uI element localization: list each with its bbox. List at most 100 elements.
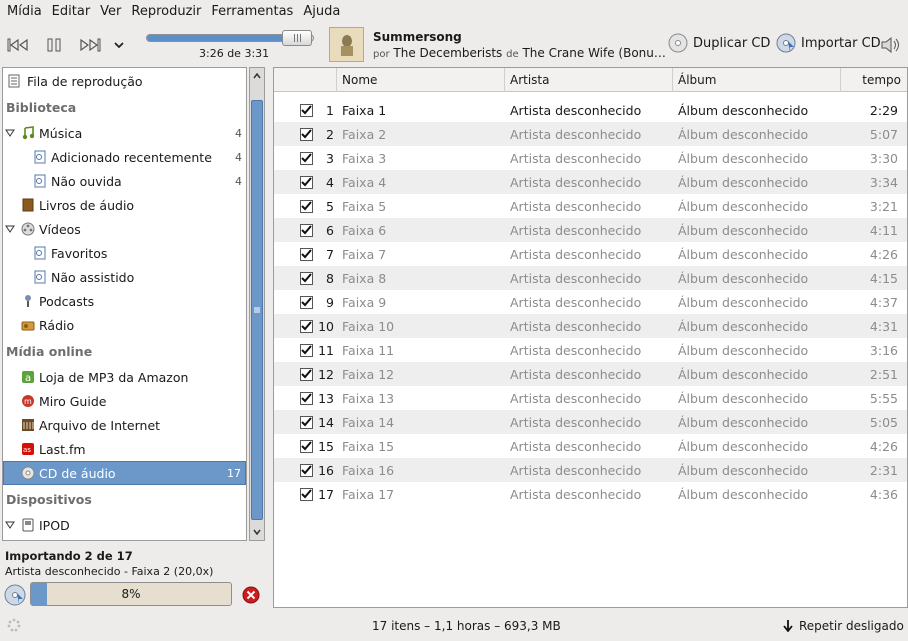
scroll-thumb[interactable]: [251, 100, 263, 520]
sidebar-item-music[interactable]: Música 4: [3, 121, 246, 145]
track-album: Álbum desconhecido: [678, 414, 809, 430]
sidebar-item-label: Adicionado recentemente: [51, 149, 212, 165]
sidebar-item-unwatched[interactable]: Não assistido: [3, 265, 246, 289]
cancel-import-button[interactable]: [242, 586, 260, 607]
table-row[interactable]: 6 Faixa 6 Artista desconhecido Álbum descon…: [274, 218, 907, 242]
track-number: 4: [326, 174, 334, 190]
track-number: 15: [318, 438, 334, 454]
track-name: Faixa 14: [342, 414, 395, 430]
sidebar-item-lastfm[interactable]: as Last.fm: [3, 437, 246, 461]
sidebar-item-label: Música: [39, 125, 83, 141]
track-name: Faixa 11: [342, 342, 395, 358]
table-row[interactable]: 4 Faixa 4 Artista desconhecido Álbum descon…: [274, 170, 907, 194]
sidebar-item-audio-cd[interactable]: CD de áudio 17: [3, 461, 246, 485]
table-row[interactable]: 13 Faixa 13 Artista desconhecido Álbum desc…: [274, 386, 907, 410]
import-progress-label: 8%: [121, 587, 141, 601]
sidebar-item-label: Arquivo de Internet: [39, 417, 161, 433]
import-status-detail: Artista desconhecido - Faixa 2 (20,0x): [5, 565, 214, 578]
cd-icon: [17, 466, 39, 480]
table-row[interactable]: 14 Faixa 14 Artista desconhecido Álbum desc…: [274, 410, 907, 434]
track-artist: Artista desconhecido: [510, 174, 642, 190]
table-row[interactable]: 9 Faixa 9 Artista desconhecido Álbum descon…: [274, 290, 907, 314]
column-header-name[interactable]: Nome: [336, 68, 504, 92]
expander-icon[interactable]: [3, 225, 17, 233]
table-row[interactable]: 8 Faixa 8 Artista desconhecido Álbum descon…: [274, 266, 907, 290]
sidebar-item-radio[interactable]: Rádio: [3, 313, 246, 337]
repeat-toggle[interactable]: Repetir desligado: [783, 619, 904, 633]
track-artist: Artista desconhecido: [510, 366, 642, 382]
table-row[interactable]: 2 Faixa 2 Artista desconhecido Álbum descon…: [274, 122, 907, 146]
sidebar-item-amazon[interactable]: a Loja de MP3 da Amazon: [3, 365, 246, 389]
checkmark-icon: [301, 201, 312, 211]
checkmark-icon: [301, 273, 312, 283]
track-number: 16: [318, 462, 334, 478]
table-row[interactable]: 1 Faixa 1 Artista desconhecido Álbum descon…: [274, 98, 907, 122]
duplicate-cd-button[interactable]: Duplicar CD: [668, 33, 770, 53]
pause-button[interactable]: [44, 36, 64, 54]
checkmark-icon: [301, 177, 312, 187]
scroll-up-arrow[interactable]: [250, 68, 264, 84]
sidebar-item-miro[interactable]: m Miro Guide: [3, 389, 246, 413]
sidebar-item-audiobooks[interactable]: Livros de áudio: [3, 193, 246, 217]
track-album: Álbum desconhecido: [678, 294, 809, 310]
table-row[interactable]: 12 Faixa 12 Artista desconhecido Álbum desc…: [274, 362, 907, 386]
expander-icon[interactable]: [3, 129, 17, 137]
archive-icon: [17, 418, 39, 432]
checkmark-icon: [301, 369, 312, 379]
table-row[interactable]: 11 Faixa 11 Artista desconhecido Álbum desc…: [274, 338, 907, 362]
track-time: 4:37: [869, 294, 898, 310]
sidebar-item-recent[interactable]: Adicionado recentemente 4: [3, 145, 246, 169]
track-time: 3:30: [869, 150, 898, 166]
track-album: Álbum desconhecido: [678, 486, 809, 502]
menu-editar[interactable]: Editar: [47, 0, 96, 24]
column-header-time[interactable]: tempo: [840, 68, 907, 92]
menu-ferramentas[interactable]: Ferramentas: [206, 0, 298, 24]
menu-ver[interactable]: Ver: [95, 0, 126, 24]
next-button[interactable]: [78, 36, 102, 54]
track-number: 2: [326, 126, 334, 142]
sidebar-item-queue[interactable]: Fila de reprodução: [3, 69, 246, 93]
table-row[interactable]: 16 Faixa 16 Artista desconhecido Álbum desc…: [274, 458, 907, 482]
track-number: 5: [326, 198, 334, 214]
checkmark-icon: [301, 393, 312, 403]
menu-bar: Mídia Editar Ver Reproduzir Ferramentas …: [0, 0, 908, 24]
table-row[interactable]: 15 Faixa 15 Artista desconhecido Álbum desc…: [274, 434, 907, 458]
sidebar-item-archive[interactable]: Arquivo de Internet: [3, 413, 246, 437]
checkmark-icon: [301, 441, 312, 451]
sidebar-item-podcasts[interactable]: Podcasts: [3, 289, 246, 313]
sidebar-scrollbar[interactable]: [249, 67, 265, 541]
track-album: Álbum desconhecido: [678, 126, 809, 142]
sidebar-item-ipod[interactable]: IPOD: [3, 513, 246, 537]
track-number: 13: [318, 390, 334, 406]
track-name: Faixa 5: [342, 198, 387, 214]
track-artist: Artista desconhecido: [510, 102, 642, 118]
sidebar-item-label: Não assistido: [51, 269, 135, 285]
sidebar-item-videos[interactable]: Vídeos: [3, 217, 246, 241]
song-title: Summersong: [373, 30, 462, 44]
table-row[interactable]: 3 Faixa 3 Artista desconhecido Álbum descon…: [274, 146, 907, 170]
seek-handle[interactable]: [282, 30, 312, 46]
down-arrow-icon: [783, 620, 793, 632]
checkmark-icon: [301, 129, 312, 139]
table-row[interactable]: 5 Faixa 5 Artista desconhecido Álbum descon…: [274, 194, 907, 218]
volume-button[interactable]: [879, 35, 903, 55]
column-header-artist[interactable]: Artista: [504, 68, 672, 92]
table-row[interactable]: 10 Faixa 10 Artista desconhecido Álbum desc…: [274, 314, 907, 338]
menu-reproduzir[interactable]: Reproduzir: [126, 0, 206, 24]
import-cd-button[interactable]: Importar CD: [776, 33, 881, 53]
previous-button[interactable]: [6, 36, 30, 54]
track-artist: Artista desconhecido: [510, 198, 642, 214]
menu-ajuda[interactable]: Ajuda: [298, 0, 345, 24]
play-mode-dropdown[interactable]: [112, 38, 126, 52]
menu-midia[interactable]: Mídia: [2, 0, 47, 24]
sidebar-item-unheard[interactable]: Não ouvida 4: [3, 169, 246, 193]
book-icon: [17, 198, 39, 212]
column-header-album[interactable]: Álbum: [672, 68, 840, 92]
table-row[interactable]: 7 Faixa 7 Artista desconhecido Álbum descon…: [274, 242, 907, 266]
table-row[interactable]: 17 Faixa 17 Artista desconhecido Álbum desc…: [274, 482, 907, 506]
sidebar-item-favorites[interactable]: Favoritos: [3, 241, 246, 265]
scroll-down-arrow[interactable]: [250, 524, 264, 540]
amazon-icon: a: [17, 370, 39, 384]
smart-playlist-icon: [29, 174, 51, 188]
expander-icon[interactable]: [3, 521, 17, 529]
